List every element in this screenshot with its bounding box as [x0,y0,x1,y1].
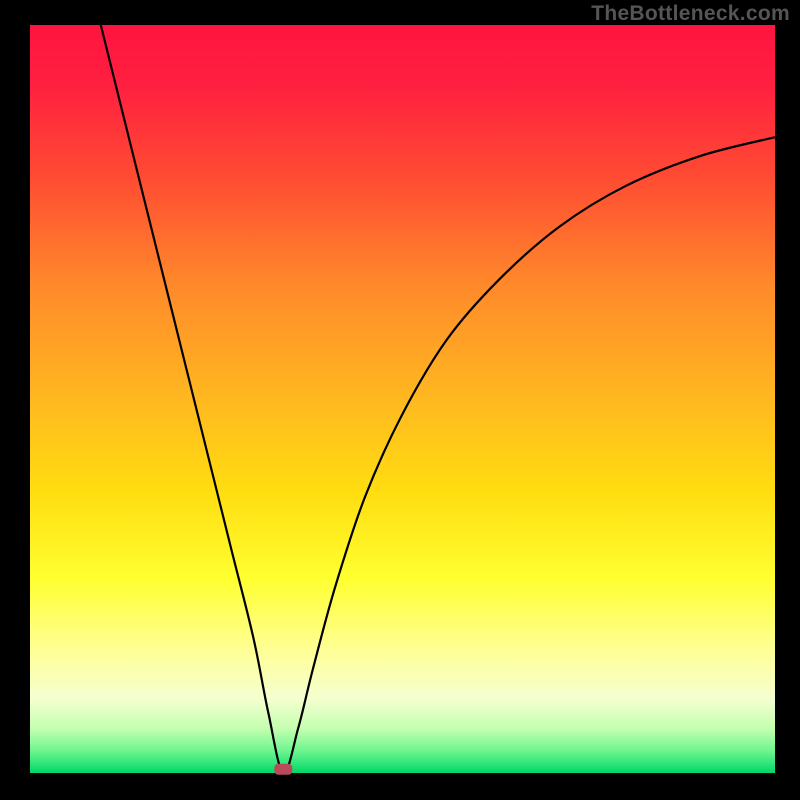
vertex-marker [274,764,292,775]
chart-svg [0,0,800,800]
chart-container: TheBottleneck.com [0,0,800,800]
watermark-text: TheBottleneck.com [591,2,790,26]
plot-background [30,25,775,773]
